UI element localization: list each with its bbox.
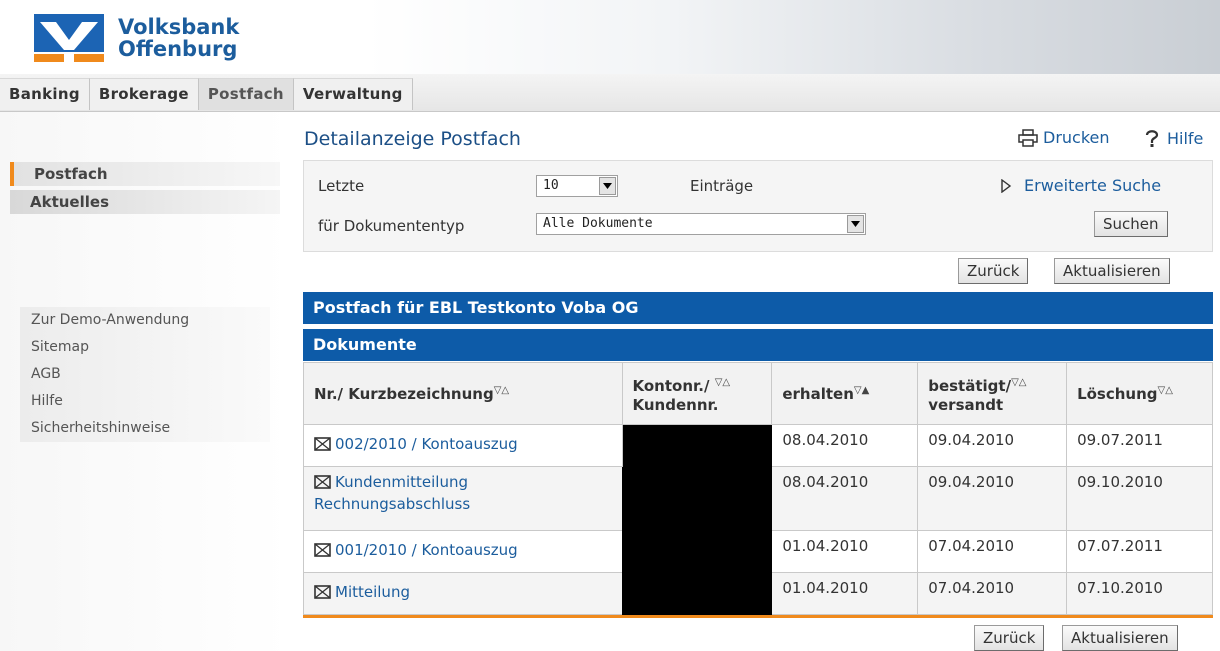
print-link[interactable]: Drucken xyxy=(1018,128,1110,147)
header-nr[interactable]: Nr./ Kurzbezeichnung▽△ xyxy=(303,362,623,425)
sort-icon: ▽△ xyxy=(1011,376,1027,388)
sidebar: Postfach Aktuelles Zur Demo-Anwendung Si… xyxy=(0,112,290,651)
header: Volksbank Offenburg xyxy=(0,0,1220,74)
sidebar-link-agb[interactable]: AGB xyxy=(20,361,270,388)
table-bottom-rule xyxy=(303,615,1213,618)
document-link[interactable]: Mitteilung xyxy=(314,583,410,601)
doctype-select[interactable]: Alle Dokumente xyxy=(536,213,866,235)
table-row: 002/2010 / Kontoauszug 08.04.2010 09.04.… xyxy=(303,424,1213,615)
brand-line-2: Offenburg xyxy=(118,37,238,61)
doc-cell: 001/2010 / Kontoauszug xyxy=(303,530,623,573)
page-title: Detailanzeige Postfach xyxy=(304,128,521,150)
doctype-select-value: Alle Dokumente xyxy=(543,216,653,231)
chevron-down-icon xyxy=(847,215,864,233)
help-icon xyxy=(1145,130,1159,147)
bestaetigt-cell: 07.04.2010 xyxy=(917,572,1068,615)
tab-brokerage[interactable]: Brokerage xyxy=(89,78,199,110)
header-erhalten[interactable]: erhalten▽▲ xyxy=(771,362,919,425)
doc-cell: Mitteilung xyxy=(303,572,623,615)
documents-title-bar: Dokumente xyxy=(303,329,1213,361)
count-select-value: 10 xyxy=(543,178,559,193)
help-label: Hilfe xyxy=(1167,128,1204,148)
sort-icon: ▽△ xyxy=(493,384,510,396)
sidebar-link-sicherheitshinweise[interactable]: Sicherheitshinweise xyxy=(20,415,270,442)
doc-cell: Kundenmitteilung Rechnungsabschluss xyxy=(303,466,623,531)
sidebar-link-sitemap[interactable]: Sitemap xyxy=(20,334,270,361)
document-link[interactable]: 001/2010 / Kontoauszug xyxy=(314,541,518,559)
erhalten-cell: 08.04.2010 xyxy=(771,466,919,531)
sort-icon: ▽△ xyxy=(714,376,731,388)
doctype-label: für Dokumententyp xyxy=(318,217,465,235)
document-link[interactable]: 002/2010 / Kontoauszug xyxy=(314,435,518,453)
sidebar-item-postfach[interactable]: Postfach xyxy=(10,162,280,186)
envelope-icon xyxy=(314,543,331,557)
printer-icon xyxy=(1018,128,1038,147)
erhalten-cell: 01.04.2010 xyxy=(771,530,919,573)
sort-icon: ▽▲ xyxy=(853,384,870,396)
sidebar-item-aktuelles[interactable]: Aktuelles xyxy=(10,190,280,214)
brand-name: Volksbank Offenburg xyxy=(118,16,239,60)
bestaetigt-cell: 09.04.2010 xyxy=(917,466,1068,531)
bestaetigt-cell: 07.04.2010 xyxy=(917,530,1068,573)
envelope-icon xyxy=(314,585,331,599)
header-loeschung[interactable]: Löschung▽△ xyxy=(1066,362,1213,425)
filter-panel: Letzte 10 Einträge für Dokumententyp All… xyxy=(303,160,1213,252)
letzte-label: Letzte xyxy=(318,177,365,195)
document-link[interactable]: Kundenmitteilung Rechnungsabschluss xyxy=(314,473,470,513)
triangle-right-icon xyxy=(1001,178,1012,193)
search-button[interactable]: Suchen xyxy=(1094,211,1168,237)
envelope-icon xyxy=(314,437,331,451)
sidebar-link-hilfe[interactable]: Hilfe xyxy=(20,388,270,415)
documents-table: Nr./ Kurzbezeichnung▽△ Kontonr./ ▽△ Kund… xyxy=(303,362,1213,615)
erhalten-cell: 01.04.2010 xyxy=(771,572,919,615)
volksbank-logo xyxy=(34,14,104,62)
refresh-button-top[interactable]: Aktualisieren xyxy=(1054,258,1170,284)
loeschung-cell: 07.07.2011 xyxy=(1066,530,1213,573)
doc-cell: 002/2010 / Kontoauszug xyxy=(303,424,623,467)
sidebar-link-demo[interactable]: Zur Demo-Anwendung xyxy=(20,307,270,334)
tab-banking[interactable]: Banking xyxy=(0,78,90,110)
loeschung-cell: 07.10.2010 xyxy=(1066,572,1213,615)
account-cell-redacted xyxy=(621,424,773,615)
brand-line-1: Volksbank xyxy=(118,15,240,39)
count-select[interactable]: 10 xyxy=(536,175,618,197)
bestaetigt-cell: 09.04.2010 xyxy=(917,424,1068,467)
mailbox-title-bar: Postfach für EBL Testkonto Voba OG xyxy=(303,292,1213,324)
eintraege-label: Einträge xyxy=(690,177,754,195)
loeschung-cell: 09.07.2011 xyxy=(1066,424,1213,467)
loeschung-cell: 09.10.2010 xyxy=(1066,466,1213,531)
refresh-button-bottom[interactable]: Aktualisieren xyxy=(1062,625,1178,651)
tab-postfach[interactable]: Postfach xyxy=(198,78,294,110)
header-konto[interactable]: Kontonr./ ▽△ Kundennr. xyxy=(621,362,773,425)
back-button-bottom[interactable]: Zurück xyxy=(974,625,1045,651)
tab-verwaltung[interactable]: Verwaltung xyxy=(293,78,413,110)
main-tabs: Banking Brokerage Postfach Verwaltung xyxy=(0,78,413,110)
envelope-icon xyxy=(314,475,331,489)
print-label: Drucken xyxy=(1043,128,1110,147)
erhalten-cell: 08.04.2010 xyxy=(771,424,919,467)
back-button-top[interactable]: Zurück xyxy=(958,258,1029,284)
help-link[interactable]: Hilfe xyxy=(1143,128,1203,148)
sort-icon: ▽△ xyxy=(1157,384,1173,396)
chevron-down-icon xyxy=(599,177,616,195)
table-header-row: Nr./ Kurzbezeichnung▽△ Kontonr./ ▽△ Kund… xyxy=(303,362,1213,425)
header-bestaetigt[interactable]: bestätigt/▽△ versandt xyxy=(917,362,1068,425)
extended-search-label: Erweiterte Suche xyxy=(1024,176,1162,195)
extended-search-link[interactable]: Erweiterte Suche xyxy=(1000,176,1161,195)
